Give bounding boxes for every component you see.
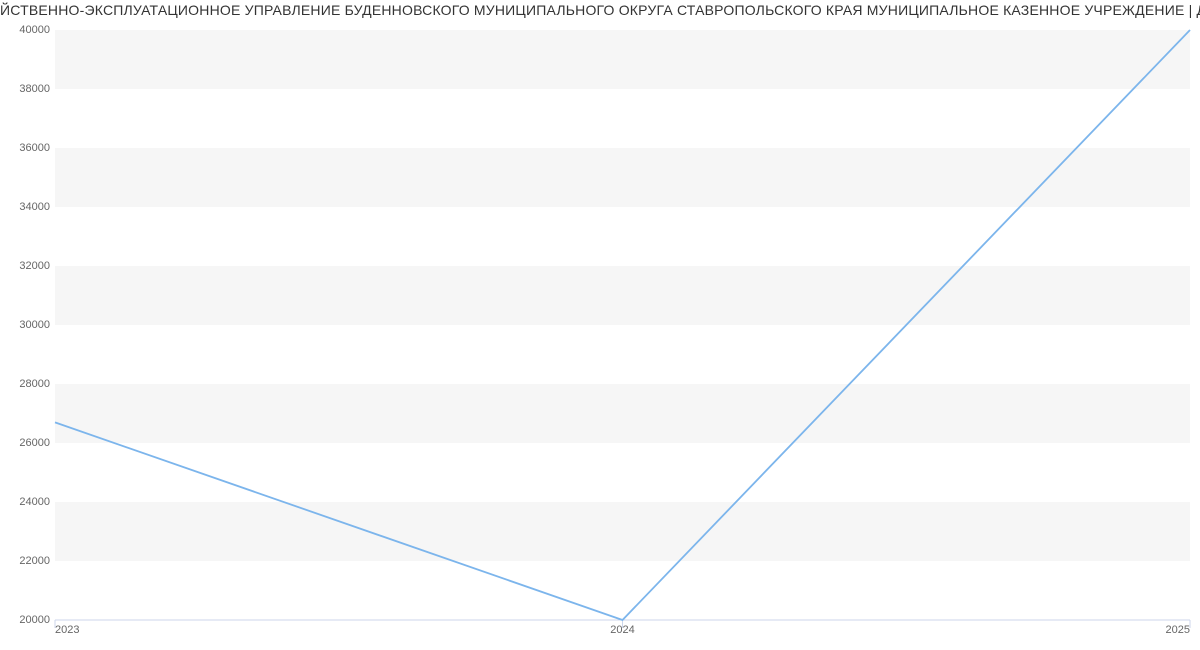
grid-band: [55, 443, 1190, 502]
y-tick-label: 30000: [5, 319, 50, 331]
x-tick-label: 2024: [610, 624, 634, 636]
grid-band: [55, 30, 1190, 89]
y-tick-label: 38000: [5, 83, 50, 95]
x-tick-label: 2023: [55, 624, 79, 636]
grid-band: [55, 89, 1190, 148]
y-tick-label: 26000: [5, 437, 50, 449]
grid-band: [55, 502, 1190, 561]
grid-band: [55, 561, 1190, 620]
grid-bands: [55, 30, 1190, 620]
grid-band: [55, 384, 1190, 443]
grid-band: [55, 325, 1190, 384]
y-tick-label: 22000: [5, 555, 50, 567]
chart-container: ЙСТВЕННО-ЭКСПЛУАТАЦИОННОЕ УПРАВЛЕНИЕ БУД…: [0, 0, 1200, 650]
x-tick-label: 2025: [1166, 624, 1190, 636]
y-tick-label: 20000: [5, 614, 50, 626]
y-tick-label: 24000: [5, 496, 50, 508]
y-tick-label: 34000: [5, 201, 50, 213]
y-tick-label: 40000: [5, 24, 50, 36]
line-layer: [55, 30, 1190, 620]
grid-band: [55, 207, 1190, 266]
y-tick-label: 28000: [5, 378, 50, 390]
grid-band: [55, 266, 1190, 325]
grid-band: [55, 148, 1190, 207]
y-tick-label: 36000: [5, 142, 50, 154]
y-tick-label: 32000: [5, 260, 50, 272]
chart-title: ЙСТВЕННО-ЭКСПЛУАТАЦИОННОЕ УПРАВЛЕНИЕ БУД…: [0, 2, 1200, 18]
plot-area: [55, 30, 1190, 620]
